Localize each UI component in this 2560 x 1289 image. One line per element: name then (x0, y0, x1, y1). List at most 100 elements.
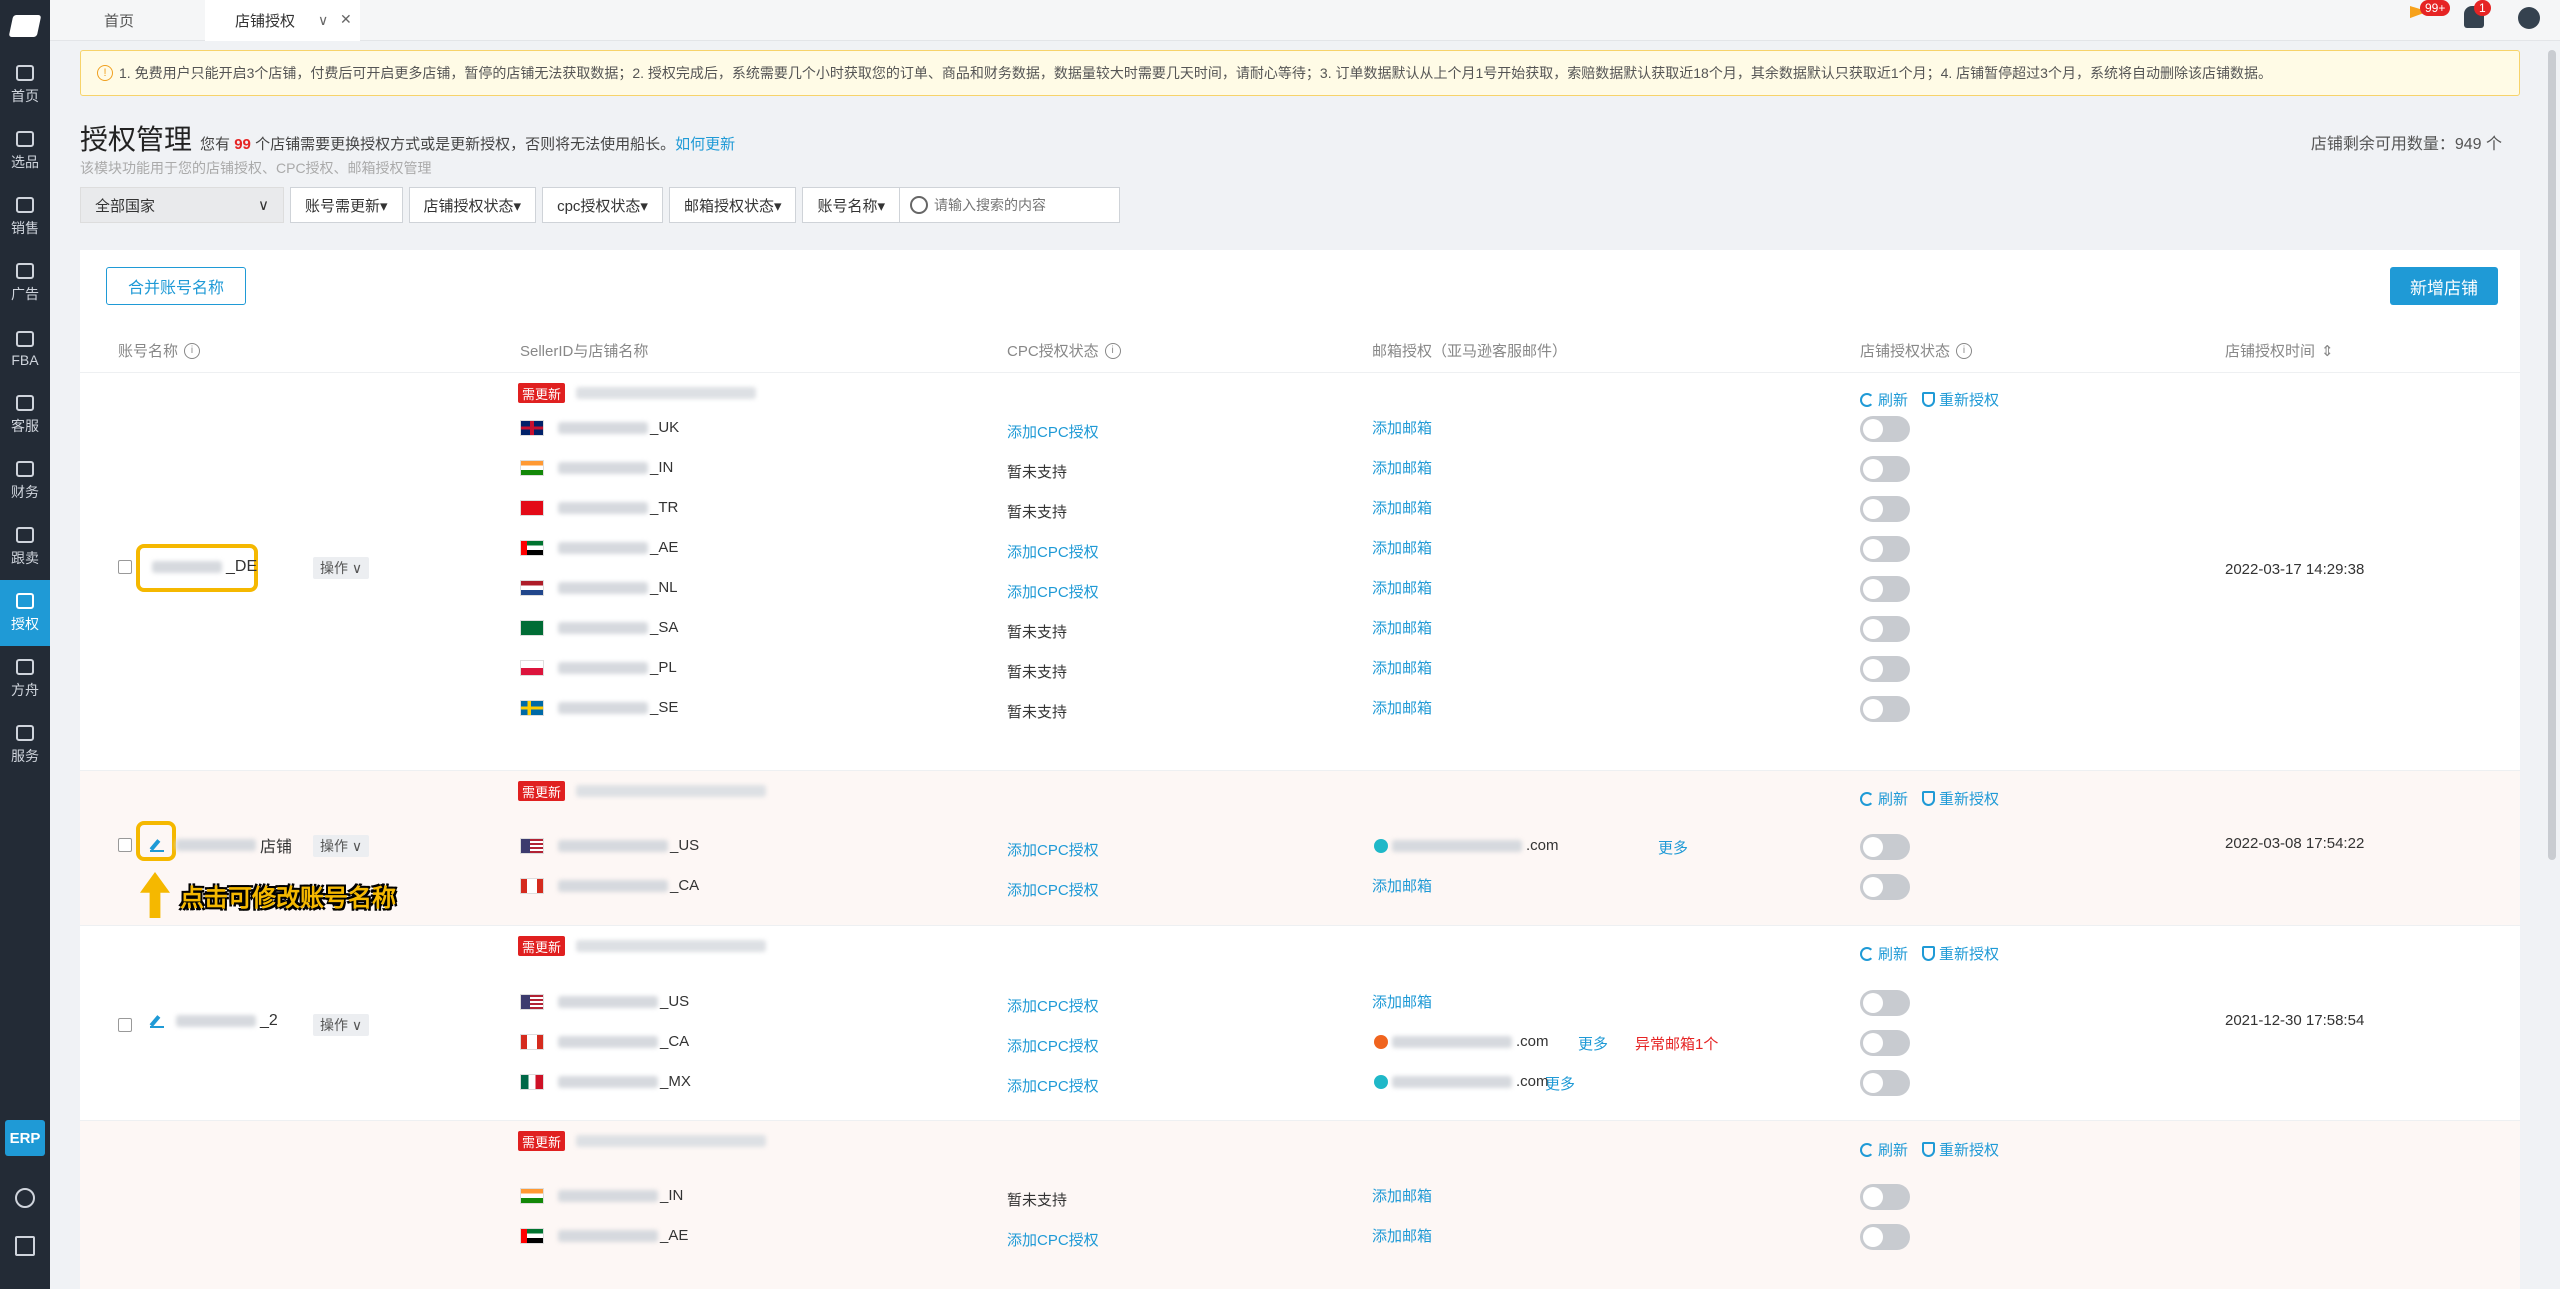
nav-finance[interactable]: 财务 (0, 448, 50, 514)
more-link[interactable]: 更多 (1658, 837, 1688, 858)
add-cpc-link[interactable]: 添加CPC授权 (1007, 839, 1099, 860)
add-mail-link[interactable]: 添加邮箱 (1372, 577, 1432, 598)
how-to-update-link[interactable]: 如何更新 (675, 136, 735, 153)
reauth-button[interactable]: 重新授权 (1922, 389, 1999, 410)
store-name: _SE (558, 699, 678, 716)
store-auth-status-filter[interactable]: 店铺授权状态▾ (408, 187, 537, 223)
nav-ads[interactable]: 广告 (0, 250, 50, 316)
tab-store-authorization[interactable]: 店铺授权 (205, 0, 360, 41)
refresh-button[interactable]: 刷新 (1860, 788, 1908, 809)
add-mail-link[interactable]: 添加邮箱 (1372, 697, 1432, 718)
search-input[interactable] (934, 197, 1104, 213)
more-link[interactable]: 更多 (1545, 1073, 1575, 1094)
app-logo[interactable] (0, 0, 50, 52)
cpc-auth-status-filter[interactable]: cpc授权状态▾ (542, 187, 663, 223)
more-link[interactable]: 更多 (1578, 1033, 1608, 1054)
chevron-down-icon[interactable]: ∨ (318, 12, 328, 29)
store-name: _SA (558, 619, 678, 636)
add-cpc-link[interactable]: 添加CPC授权 (1007, 541, 1099, 562)
cpc-status: 暂未支持 (1007, 704, 1068, 721)
warning-icon: ! (97, 65, 113, 81)
store-toggle[interactable] (1860, 990, 1910, 1016)
add-store-button[interactable]: 新增店铺 (2390, 267, 2498, 305)
nav-ark[interactable]: 方舟 (0, 646, 50, 712)
add-mail-link[interactable]: 添加邮箱 (1372, 657, 1432, 678)
home-icon (16, 64, 34, 81)
uae-flag-icon (520, 540, 544, 556)
add-cpc-link[interactable]: 添加CPC授权 (1007, 1075, 1099, 1096)
mail-auth-status-filter[interactable]: 邮箱授权状态▾ (668, 187, 797, 223)
store-toggle[interactable] (1860, 834, 1910, 860)
add-mail-link[interactable]: 添加邮箱 (1372, 875, 1432, 896)
support-icon[interactable] (15, 1188, 35, 1208)
add-cpc-link[interactable]: 添加CPC授权 (1007, 879, 1099, 900)
add-cpc-link[interactable]: 添加CPC授权 (1007, 1035, 1099, 1056)
netherlands-flag-icon (520, 580, 544, 596)
nav-follow-sell[interactable]: 跟卖 (0, 514, 50, 580)
store-toggle[interactable] (1860, 1070, 1910, 1096)
add-cpc-link[interactable]: 添加CPC授权 (1007, 421, 1099, 442)
add-mail-link[interactable]: 添加邮箱 (1372, 1225, 1432, 1246)
store-toggle[interactable] (1860, 456, 1910, 482)
store-toggle[interactable] (1860, 1224, 1910, 1250)
info-icon[interactable]: i (1956, 342, 1973, 359)
store-name: _PL (558, 659, 677, 676)
col-auth-time[interactable]: 店铺授权时间 ⇕ (2225, 340, 2334, 361)
store-toggle[interactable] (1860, 536, 1910, 562)
country-select[interactable]: 全部国家 ∨ (80, 187, 284, 223)
info-icon[interactable]: i (184, 342, 201, 359)
store-toggle[interactable] (1860, 874, 1910, 900)
store-toggle[interactable] (1860, 1184, 1910, 1210)
cpc-status: 暂未支持 (1007, 664, 1068, 681)
reauth-button[interactable]: 重新授权 (1922, 788, 1999, 809)
refresh-button[interactable]: 刷新 (1860, 943, 1908, 964)
account-update-filter[interactable]: 账号需更新▾ (290, 187, 403, 223)
store-toggle[interactable] (1860, 576, 1910, 602)
flag-notifications[interactable]: 99+ (2410, 0, 2451, 30)
canada-flag-icon (520, 878, 544, 894)
store-toggle[interactable] (1860, 696, 1910, 722)
store-toggle[interactable] (1860, 616, 1910, 642)
nav-customer-service[interactable]: 客服 (0, 382, 50, 448)
info-icon[interactable]: i (1104, 342, 1121, 359)
erp-button[interactable]: ERP (5, 1120, 45, 1156)
nav-sales[interactable]: 销售 (0, 184, 50, 250)
store-name: _MX (558, 1073, 691, 1090)
refresh-button[interactable]: 刷新 (1860, 389, 1908, 410)
nav-authorization[interactable]: 授权 (0, 580, 50, 646)
add-mail-link[interactable]: 添加邮箱 (1372, 617, 1432, 638)
add-cpc-link[interactable]: 添加CPC授权 (1007, 581, 1099, 602)
add-cpc-link[interactable]: 添加CPC授权 (1007, 995, 1099, 1016)
uk-flag-icon (520, 420, 544, 436)
tab-home[interactable]: 首页 (50, 0, 205, 41)
reauth-button[interactable]: 重新授权 (1922, 943, 1999, 964)
add-mail-link[interactable]: 添加邮箱 (1372, 991, 1432, 1012)
vertical-scrollbar[interactable] (2548, 50, 2556, 860)
dollar-icon (16, 460, 34, 477)
user-avatar-icon[interactable] (2518, 7, 2540, 29)
bell-notifications[interactable]: 1 (2464, 0, 2491, 30)
add-cpc-link[interactable]: 添加CPC授权 (1007, 1229, 1099, 1250)
store-toggle[interactable] (1860, 416, 1910, 442)
add-mail-link[interactable]: 添加邮箱 (1372, 537, 1432, 558)
add-mail-link[interactable]: 添加邮箱 (1372, 457, 1432, 478)
store-toggle[interactable] (1860, 656, 1910, 682)
close-icon[interactable]: ✕ (340, 11, 352, 28)
store-toggle[interactable] (1860, 496, 1910, 522)
reauth-button[interactable]: 重新授权 (1922, 1139, 1999, 1160)
nav-home[interactable]: 首页 (0, 52, 50, 118)
add-mail-link[interactable]: 添加邮箱 (1372, 417, 1432, 438)
page-title: 授权管理 (80, 124, 193, 155)
merge-account-button[interactable]: 合并账号名称 (106, 267, 246, 305)
gift-icon[interactable] (15, 1236, 35, 1256)
nav-fba[interactable]: FBA (0, 316, 50, 382)
add-mail-link[interactable]: 添加邮箱 (1372, 497, 1432, 518)
store-name: _CA (558, 877, 699, 894)
abnormal-mail-link[interactable]: 异常邮箱1个 (1635, 1033, 1718, 1054)
nav-product-selection[interactable]: 选品 (0, 118, 50, 184)
store-toggle[interactable] (1860, 1030, 1910, 1056)
add-mail-link[interactable]: 添加邮箱 (1372, 1185, 1432, 1206)
nav-services[interactable]: 服务 (0, 712, 50, 778)
account-name-filter[interactable]: 账号名称▾ (802, 187, 900, 223)
refresh-button[interactable]: 刷新 (1860, 1139, 1908, 1160)
